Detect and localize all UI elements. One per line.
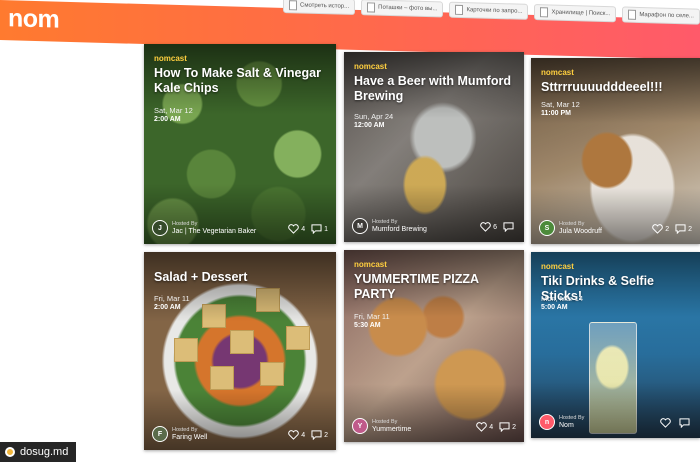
avatar: F bbox=[152, 426, 168, 442]
watermark: dosug.md bbox=[0, 442, 77, 462]
event-time: 12:00 AM bbox=[354, 122, 385, 129]
comment-button[interactable]: 2 bbox=[499, 422, 516, 432]
host-label: Hosted By bbox=[372, 419, 398, 425]
avatar: n bbox=[539, 414, 555, 430]
like-button[interactable]: 4 bbox=[288, 224, 305, 234]
heart-icon bbox=[476, 422, 487, 432]
comment-button[interactable] bbox=[503, 222, 516, 232]
host-label: Hosted By bbox=[372, 219, 398, 225]
nomcast-badge: nomcast bbox=[354, 62, 387, 71]
host-info[interactable]: Y Hosted By Yummertime bbox=[352, 418, 411, 434]
like-button[interactable]: 4 bbox=[476, 422, 493, 432]
host-label: Hosted By bbox=[559, 221, 585, 227]
event-date: Sat, Mar 12 bbox=[541, 100, 580, 109]
like-button[interactable]: 2 bbox=[652, 224, 669, 234]
like-count: 6 bbox=[493, 223, 497, 231]
host-info[interactable]: n Hosted By Nom bbox=[539, 414, 584, 430]
comment-button[interactable]: 2 bbox=[311, 430, 328, 440]
event-time: 11:00 PM bbox=[541, 110, 571, 117]
card-stats: 4 1 bbox=[288, 224, 328, 234]
host-name: Jac | The Vegetarian Baker bbox=[172, 228, 257, 235]
event-time: 5:00 AM bbox=[541, 304, 568, 311]
comment-count: 2 bbox=[512, 423, 516, 431]
avatar: J bbox=[152, 220, 168, 236]
event-date: Mon, Mar 14 bbox=[541, 294, 584, 303]
event-date: Fri, Mar 11 bbox=[354, 312, 390, 321]
event-title[interactable]: How To Make Salt & Vinegar Kale Chips bbox=[154, 66, 326, 96]
event-card[interactable]: nomcast Sttrrruuuudddeeel!!! Sat, Mar 12… bbox=[531, 58, 700, 244]
event-date: Sat, Mar 12 bbox=[154, 106, 193, 115]
event-date: Sun, Apr 24 bbox=[354, 112, 394, 121]
host-info[interactable]: S Hosted By Jula Woodruff bbox=[539, 220, 602, 236]
heart-icon bbox=[652, 224, 663, 234]
comment-icon bbox=[311, 430, 322, 440]
heart-icon bbox=[660, 418, 671, 428]
avatar: S bbox=[539, 220, 555, 236]
like-count: 4 bbox=[489, 423, 494, 431]
like-button[interactable] bbox=[660, 418, 673, 428]
comment-count: 2 bbox=[324, 431, 328, 439]
host-label: Hosted By bbox=[172, 221, 198, 227]
event-title[interactable]: YUMMERTIME PIZZA PARTY bbox=[354, 272, 514, 302]
card-stats bbox=[660, 418, 692, 428]
event-card[interactable]: nomcast How To Make Salt & Vinegar Kale … bbox=[144, 44, 336, 244]
event-card[interactable]: nomcast Have a Beer with Mumford Brewing… bbox=[344, 52, 524, 242]
comment-icon bbox=[679, 418, 690, 428]
event-card[interactable]: nomcast Tiki Drinks & Selfie Sticks! Mon… bbox=[531, 252, 700, 438]
event-title[interactable]: Sttrrruuuudddeeel!!! bbox=[541, 80, 690, 95]
like-count: 2 bbox=[665, 225, 670, 233]
event-time: 2:00 AM bbox=[154, 116, 181, 123]
host-info[interactable]: M Hosted By Mumford Brewing bbox=[352, 218, 427, 234]
host-label: Hosted By bbox=[559, 415, 585, 421]
comment-icon bbox=[311, 224, 322, 234]
event-date: Fri, Mar 11 bbox=[154, 294, 190, 303]
host-name: Faring Well bbox=[172, 434, 208, 441]
like-button[interactable]: 6 bbox=[480, 222, 497, 232]
comment-icon bbox=[503, 222, 514, 232]
card-stats: 4 2 bbox=[288, 430, 328, 440]
event-grid: nomcast How To Make Salt & Vinegar Kale … bbox=[0, 0, 700, 466]
card-stats: 2 2 bbox=[652, 224, 692, 234]
nomcast-badge: nomcast bbox=[354, 260, 387, 269]
comment-count: 1 bbox=[324, 225, 328, 233]
heart-icon bbox=[480, 222, 491, 232]
heart-icon bbox=[288, 224, 299, 234]
comment-count: 2 bbox=[688, 225, 692, 233]
host-info[interactable]: F Hosted By Faring Well bbox=[152, 426, 207, 442]
event-card[interactable]: nomcast YUMMERTIME PIZZA PARTY Fri, Mar … bbox=[344, 250, 524, 442]
host-name: Jula Woodruff bbox=[559, 228, 602, 235]
comment-button[interactable]: 1 bbox=[311, 224, 328, 234]
event-title[interactable]: Have a Beer with Mumford Brewing bbox=[354, 74, 514, 104]
comment-icon bbox=[499, 422, 510, 432]
like-count: 4 bbox=[301, 431, 306, 439]
host-info[interactable]: J Hosted By Jac | The Vegetarian Baker bbox=[152, 220, 256, 236]
host-name: Nom bbox=[559, 422, 574, 429]
event-card[interactable]: Salad + Dessert Fri, Mar 11 2:00 AM F Ho… bbox=[144, 252, 336, 450]
comment-icon bbox=[675, 224, 686, 234]
host-name: Yummertime bbox=[372, 426, 412, 433]
nomcast-badge: nomcast bbox=[541, 68, 574, 77]
heart-icon bbox=[288, 430, 299, 440]
avatar: M bbox=[352, 218, 368, 234]
event-time: 2:00 AM bbox=[154, 304, 181, 311]
watermark-logo-icon bbox=[5, 447, 15, 457]
nomcast-badge: nomcast bbox=[154, 54, 187, 63]
comment-button[interactable] bbox=[679, 418, 692, 428]
event-time: 5:30 AM bbox=[354, 322, 381, 329]
card-stats: 6 bbox=[480, 222, 516, 232]
card-stats: 4 2 bbox=[476, 422, 516, 432]
nomcast-badge: nomcast bbox=[541, 262, 574, 271]
host-name: Mumford Brewing bbox=[372, 226, 427, 233]
watermark-text: dosug.md bbox=[20, 446, 69, 458]
like-button[interactable]: 4 bbox=[288, 430, 305, 440]
comment-button[interactable]: 2 bbox=[675, 224, 692, 234]
event-title[interactable]: Salad + Dessert bbox=[154, 270, 326, 285]
host-label: Hosted By bbox=[172, 427, 198, 433]
avatar: Y bbox=[352, 418, 368, 434]
like-count: 4 bbox=[301, 225, 306, 233]
